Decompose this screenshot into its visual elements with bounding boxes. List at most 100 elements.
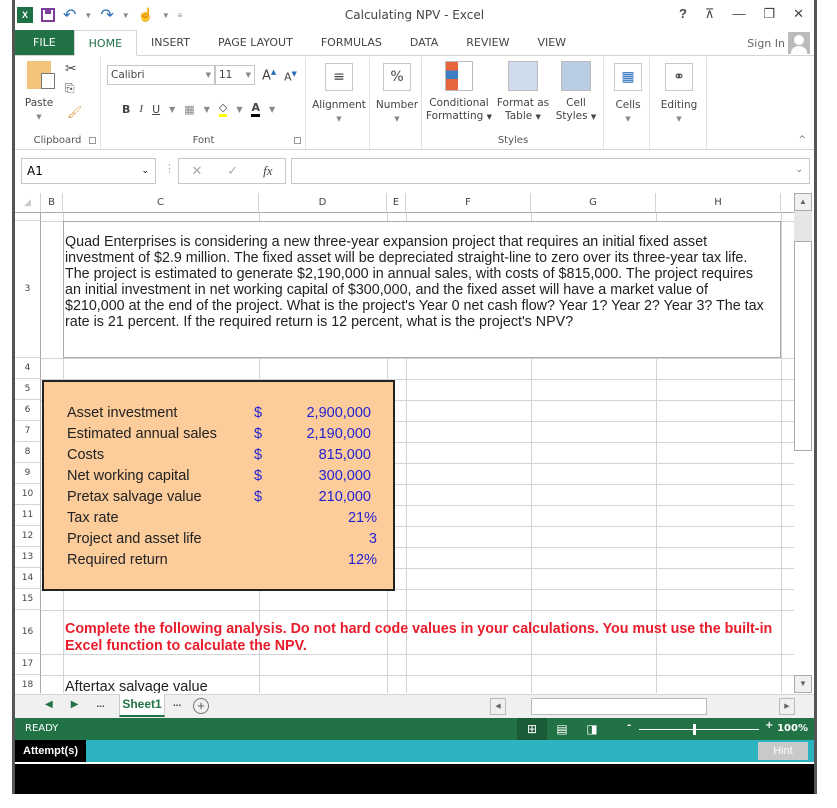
row-header-9[interactable]: 9	[15, 463, 41, 484]
underline-button[interactable]: U	[152, 103, 160, 116]
scroll-right-icon[interactable]: ▶	[779, 698, 795, 715]
input-row[interactable]: Required return 12%	[67, 550, 377, 571]
format-painter-icon[interactable]: 🖌	[67, 105, 82, 119]
restore-icon[interactable]: ❐	[763, 6, 775, 22]
help-icon[interactable]: ?	[679, 6, 687, 22]
scroll-left-icon[interactable]: ◀	[490, 698, 506, 715]
row-header-5[interactable]: 5	[15, 379, 41, 400]
paste-button[interactable]: Paste ▼	[23, 61, 55, 124]
copy-icon[interactable]: ⎘	[65, 81, 75, 96]
select-all-corner[interactable]: ◢	[15, 193, 41, 213]
row-header-14[interactable]: 14	[15, 568, 41, 589]
col-header-f[interactable]: F	[406, 193, 531, 213]
zoom-slider[interactable]: - +	[627, 720, 777, 735]
tab-formulas[interactable]: FORMULAS	[307, 30, 396, 55]
scroll-track[interactable]	[794, 211, 812, 241]
tab-home[interactable]: HOME	[73, 30, 138, 56]
zoom-level[interactable]: 100%	[777, 723, 808, 734]
name-box-dropdown-icon[interactable]: ⌄	[141, 159, 149, 183]
input-row[interactable]: Net working capital $300,000	[67, 466, 377, 487]
row-header-4[interactable]: 4	[15, 358, 41, 379]
next-sheet-icon[interactable]: ▶	[71, 699, 79, 710]
clipboard-launcher-icon[interactable]	[89, 137, 96, 144]
scroll-down-icon[interactable]: ▼	[794, 675, 812, 693]
row-header-16[interactable]: 16	[15, 610, 41, 654]
tab-data[interactable]: DATA	[396, 30, 452, 55]
horizontal-scroll-thumb[interactable]	[531, 698, 707, 715]
ribbon-display-icon[interactable]: ⊼	[705, 6, 715, 22]
name-box[interactable]: A1 ⌄	[21, 158, 156, 184]
tab-insert[interactable]: INSERT	[137, 30, 204, 55]
col-header-h[interactable]: H	[656, 193, 781, 213]
row-header-6[interactable]: 6	[15, 400, 41, 421]
input-row[interactable]: Asset investment $2,900,000	[67, 403, 377, 424]
sign-in[interactable]: Sign In	[747, 32, 810, 54]
row-header-17[interactable]: 17	[15, 654, 41, 675]
zoom-out-button[interactable]: -	[627, 720, 631, 731]
font-color-icon[interactable]: A	[251, 101, 260, 117]
sheet-tab-sheet1[interactable]: Sheet1	[119, 694, 165, 717]
col-header-d[interactable]: D	[259, 193, 387, 213]
worksheet-grid[interactable]: ◢ B C D E F G H 3 4 5 6 7 8 9 10 11 12 1…	[15, 193, 795, 693]
insert-function-icon[interactable]: fx	[263, 163, 272, 179]
bold-button[interactable]: B	[122, 103, 130, 116]
col-header-e[interactable]: E	[387, 193, 406, 213]
scroll-up-icon[interactable]: ▲	[794, 193, 812, 211]
horizontal-scrollbar[interactable]: ◀ ▶	[490, 698, 795, 715]
hint-button[interactable]: Hint	[758, 742, 808, 760]
prev-sheet-icon[interactable]: ◀	[45, 699, 53, 710]
row-header-2[interactable]	[15, 213, 41, 221]
font-name-select[interactable]: Calibri ▼	[107, 65, 215, 85]
zoom-in-button[interactable]: +	[765, 720, 773, 731]
scroll-thumb[interactable]	[794, 241, 812, 451]
decrease-font-icon[interactable]: A▼	[284, 70, 297, 84]
input-row[interactable]: Costs $815,000	[67, 445, 377, 466]
more-sheets-left[interactable]: ...	[96, 699, 104, 710]
more-sheets-right[interactable]: ...	[173, 698, 181, 709]
cell-styles-button[interactable]: Cell Styles ▼	[551, 61, 601, 124]
cut-icon[interactable]: ✂	[65, 61, 77, 77]
row-header-11[interactable]: 11	[15, 505, 41, 526]
col-header-g[interactable]: G	[531, 193, 656, 213]
row-header-10[interactable]: 10	[15, 484, 41, 505]
editing-button[interactable]: ⚭ Editing ▼	[653, 63, 705, 126]
add-sheet-button[interactable]: +	[193, 698, 209, 714]
attempts-button[interactable]: Attempt(s)	[15, 740, 86, 762]
col-header-c[interactable]: C	[63, 193, 259, 213]
sign-in-label[interactable]: Sign In	[747, 37, 785, 50]
col-header-i[interactable]	[781, 193, 795, 213]
normal-view-icon[interactable]: ⊞	[517, 718, 547, 740]
col-header-b[interactable]: B	[41, 193, 63, 213]
row-header-18[interactable]: 18	[15, 675, 41, 693]
format-as-table-button[interactable]: Format as Table ▼	[495, 61, 551, 124]
zoom-slider-handle[interactable]	[693, 724, 696, 735]
tab-view[interactable]: VIEW	[523, 30, 580, 55]
row-header-12[interactable]: 12	[15, 526, 41, 547]
tab-page-layout[interactable]: PAGE LAYOUT	[204, 30, 307, 55]
tab-review[interactable]: REVIEW	[452, 30, 523, 55]
vertical-scrollbar[interactable]: ▲ ▼	[794, 193, 812, 695]
input-row[interactable]: Pretax salvage value $210,000	[67, 487, 377, 508]
collapse-ribbon-icon[interactable]: ^	[798, 135, 806, 145]
aftertax-salvage-label[interactable]: Aftertax salvage value	[65, 679, 208, 693]
row-header-3[interactable]: 3	[15, 221, 41, 358]
tab-file[interactable]: FILE	[15, 30, 74, 55]
expand-formula-icon[interactable]: ⌄	[795, 164, 803, 175]
font-launcher-icon[interactable]	[294, 137, 301, 144]
fill-color-icon[interactable]: ◇	[218, 101, 228, 117]
input-row[interactable]: Estimated annual sales $2,190,000	[67, 424, 377, 445]
enter-icon[interactable]: ✓	[227, 163, 238, 179]
page-layout-view-icon[interactable]: ▤	[547, 718, 577, 740]
row-header-15[interactable]: 15	[15, 589, 41, 610]
italic-button[interactable]: I	[139, 103, 143, 115]
formula-input[interactable]: ⌄	[291, 158, 810, 184]
input-row[interactable]: Tax rate 21%	[67, 508, 377, 529]
avatar-icon[interactable]	[788, 32, 810, 54]
cancel-icon[interactable]: ✕	[191, 163, 202, 179]
input-row[interactable]: Project and asset life 3	[67, 529, 377, 550]
font-size-select[interactable]: 11 ▼	[215, 65, 255, 85]
increase-font-icon[interactable]: A▲	[262, 68, 276, 83]
page-break-view-icon[interactable]: ◨	[577, 718, 607, 740]
minimize-icon[interactable]: —	[732, 6, 745, 22]
row-header-8[interactable]: 8	[15, 442, 41, 463]
